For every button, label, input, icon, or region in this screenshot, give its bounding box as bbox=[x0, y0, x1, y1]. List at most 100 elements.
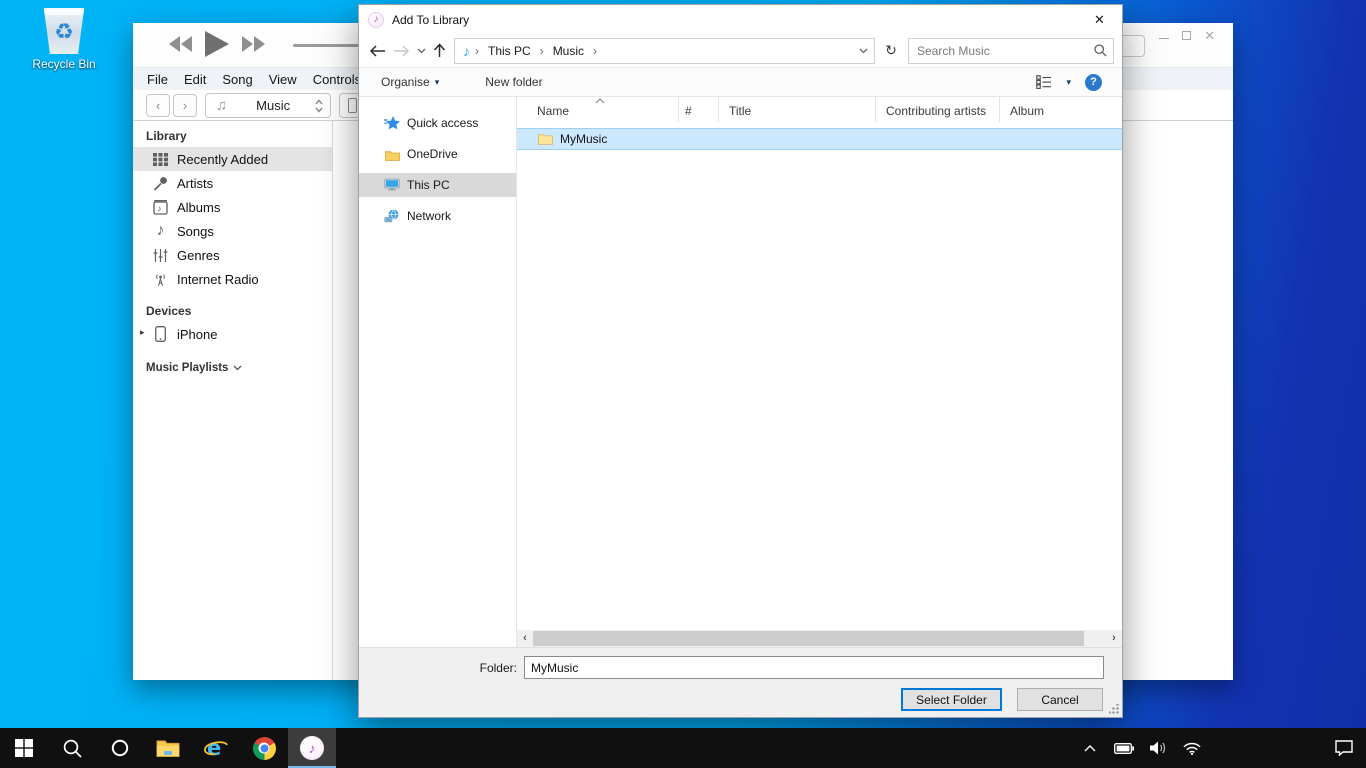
grid-icon bbox=[152, 151, 169, 168]
breadcrumb-separator: › bbox=[537, 44, 547, 58]
sidebar-item-label: Recently Added bbox=[177, 152, 268, 167]
computer-icon bbox=[384, 177, 400, 193]
sidebar-item-artists[interactable]: Artists bbox=[133, 171, 332, 195]
recycle-bin-shortcut[interactable]: ♻ Recycle Bin bbox=[22, 8, 106, 71]
file-explorer-button[interactable] bbox=[144, 728, 192, 768]
column-header-title[interactable]: Title bbox=[719, 97, 876, 122]
navpane-item-label: OneDrive bbox=[407, 147, 458, 161]
minimize-icon[interactable] bbox=[1159, 38, 1169, 39]
folder-icon bbox=[538, 133, 553, 145]
breadcrumb-music[interactable]: Music bbox=[547, 44, 590, 58]
sidebar-item-genres[interactable]: Genres bbox=[133, 243, 332, 267]
navpane-item-label: This PC bbox=[407, 178, 450, 192]
disclosure-icon[interactable]: ▸ bbox=[140, 327, 145, 338]
itunes-back-button[interactable]: ‹ bbox=[146, 94, 170, 117]
menu-file[interactable]: File bbox=[139, 72, 176, 87]
onedrive-icon bbox=[384, 146, 400, 162]
wifi-icon[interactable] bbox=[1180, 734, 1204, 762]
tray-chevron-up-icon[interactable] bbox=[1078, 734, 1102, 762]
cortana-icon bbox=[111, 739, 129, 757]
rewind-button[interactable] bbox=[169, 36, 193, 52]
volume-slider[interactable] bbox=[293, 44, 359, 47]
close-icon[interactable]: ✕ bbox=[1077, 5, 1122, 34]
windows-logo-icon bbox=[15, 739, 33, 757]
cancel-button[interactable]: Cancel bbox=[1017, 688, 1103, 711]
chevron-down-icon bbox=[233, 365, 242, 371]
organise-button[interactable]: Organise ▾ bbox=[381, 75, 439, 89]
back-button[interactable] bbox=[369, 45, 386, 57]
close-icon[interactable]: ✕ bbox=[1204, 29, 1215, 42]
search-icon[interactable] bbox=[1094, 44, 1107, 57]
new-folder-button[interactable]: New folder bbox=[485, 75, 542, 89]
sidebar-item-label: Internet Radio bbox=[177, 272, 259, 287]
action-center-icon[interactable] bbox=[1332, 734, 1356, 762]
chrome-button[interactable] bbox=[240, 728, 288, 768]
start-button[interactable] bbox=[0, 728, 48, 768]
help-button[interactable]: ? bbox=[1085, 74, 1102, 91]
menu-edit[interactable]: Edit bbox=[176, 72, 214, 87]
media-kind-dropdown[interactable]: ♫ Music bbox=[205, 93, 331, 118]
menu-song[interactable]: Song bbox=[214, 72, 260, 87]
column-header-album[interactable]: Album bbox=[1000, 97, 1122, 122]
menu-view[interactable]: View bbox=[261, 72, 305, 87]
address-dropdown-chevron-icon[interactable] bbox=[859, 48, 868, 54]
fast-forward-button[interactable] bbox=[241, 36, 265, 52]
column-header-number[interactable]: # bbox=[679, 97, 719, 122]
recent-locations-chevron-icon[interactable] bbox=[417, 48, 426, 54]
scroll-left-icon[interactable]: ‹ bbox=[517, 630, 533, 647]
library-header: Library bbox=[133, 129, 332, 147]
select-folder-button[interactable]: Select Folder bbox=[901, 688, 1002, 711]
folder-name-input[interactable] bbox=[524, 656, 1104, 679]
up-button[interactable] bbox=[433, 43, 446, 58]
new-folder-label: New folder bbox=[485, 75, 542, 89]
breadcrumb-this-pc[interactable]: This PC bbox=[482, 44, 537, 58]
itunes-taskbar-button[interactable]: ♪ bbox=[288, 728, 336, 768]
scrollbar-thumb[interactable] bbox=[533, 631, 1084, 646]
battery-icon[interactable] bbox=[1112, 734, 1136, 762]
file-explorer-icon bbox=[156, 739, 180, 758]
column-header-contributing-artists[interactable]: Contributing artists bbox=[876, 97, 1000, 122]
dialog-toolbar: Organise ▾ New folder ▾ ? bbox=[359, 67, 1122, 97]
desktop: ♻ Recycle Bin ✕ File Edit Song View Cont bbox=[0, 0, 1366, 768]
column-header-name[interactable]: Name bbox=[517, 97, 679, 122]
sidebar-item-internet-radio[interactable]: Internet Radio bbox=[133, 267, 332, 291]
cortana-button[interactable] bbox=[96, 728, 144, 768]
recycle-bin-icon: ♻ bbox=[42, 8, 86, 54]
internet-explorer-button[interactable]: e bbox=[192, 728, 240, 768]
devices-header: Devices bbox=[133, 304, 332, 322]
recycle-bin-label: Recycle Bin bbox=[22, 57, 106, 71]
dialog-navigation-bar: ♪ › This PC › Music › ↻ bbox=[359, 34, 1122, 67]
sidebar-item-iphone[interactable]: ▸ iPhone bbox=[133, 322, 332, 346]
sidebar-item-songs[interactable]: ♪ Songs bbox=[133, 219, 332, 243]
search-input[interactable] bbox=[917, 44, 1094, 58]
file-row-mymusic[interactable]: MyMusic bbox=[517, 128, 1122, 150]
sidebar-item-recently-added[interactable]: Recently Added bbox=[133, 147, 332, 171]
dialog-titlebar[interactable]: ♪ Add To Library ✕ bbox=[359, 5, 1122, 34]
navpane-quick-access[interactable]: Quick access bbox=[359, 111, 516, 135]
folder-label: Folder: bbox=[359, 661, 524, 675]
view-dropdown-caret-icon[interactable]: ▾ bbox=[1066, 77, 1071, 88]
sidebar-item-albums[interactable]: ♪ Albums bbox=[133, 195, 332, 219]
details-view-icon[interactable] bbox=[1036, 75, 1052, 89]
music-playlists-header[interactable]: Music Playlists bbox=[133, 362, 332, 374]
forward-button[interactable] bbox=[393, 45, 410, 57]
breadcrumb-separator: › bbox=[472, 44, 482, 58]
navpane-this-pc[interactable]: This PC bbox=[359, 173, 516, 197]
quick-access-star-icon bbox=[384, 115, 400, 131]
address-bar[interactable]: ♪ › This PC › Music › bbox=[454, 38, 875, 64]
maximize-icon[interactable] bbox=[1182, 31, 1191, 40]
file-rows: MyMusic bbox=[517, 122, 1122, 630]
navpane-onedrive[interactable]: OneDrive bbox=[359, 142, 516, 166]
navpane-network[interactable]: Network bbox=[359, 204, 516, 228]
play-button[interactable] bbox=[205, 31, 229, 57]
taskbar-search-button[interactable] bbox=[48, 728, 96, 768]
scroll-right-icon[interactable]: › bbox=[1106, 630, 1122, 647]
dialog-footer: Folder: Select Folder Cancel bbox=[359, 647, 1122, 717]
resize-grip[interactable] bbox=[1109, 704, 1119, 714]
horizontal-scrollbar[interactable]: ‹ › bbox=[517, 630, 1122, 647]
volume-icon[interactable] bbox=[1146, 734, 1170, 762]
refresh-button[interactable]: ↻ bbox=[880, 38, 902, 64]
caret-down-icon: ▾ bbox=[435, 77, 440, 88]
itunes-forward-button[interactable]: › bbox=[173, 94, 197, 117]
music-note-icon: ♪ bbox=[152, 223, 169, 240]
